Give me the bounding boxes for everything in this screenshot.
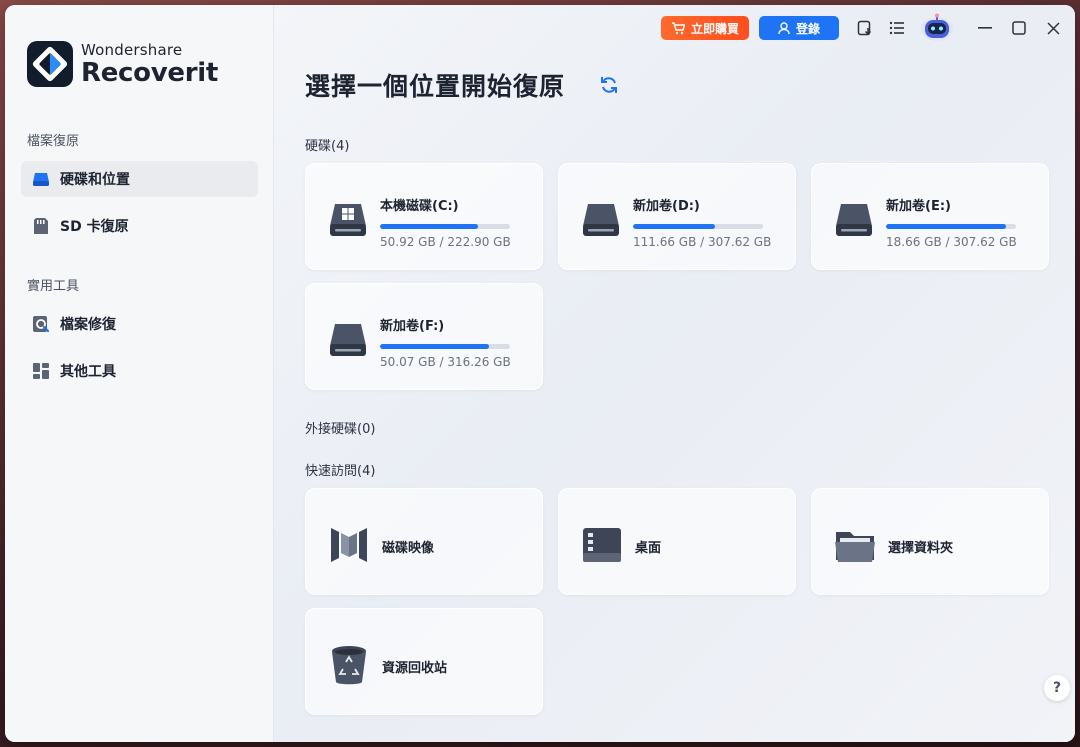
login-label: 登錄 (795, 21, 820, 36)
quick-access-label: 選擇資料夾 (888, 541, 954, 556)
hard-drive-icon (32, 170, 50, 188)
section-label-utilities: 實用工具 (27, 279, 80, 294)
download-update-icon[interactable] (851, 14, 879, 42)
drive-size: 50.07 GB / 316.26 GB (380, 355, 511, 369)
help-button[interactable]: ? (1044, 675, 1070, 701)
maximize-icon[interactable] (1005, 14, 1033, 42)
drive-usage-bar (633, 224, 763, 229)
desktop-icon (581, 524, 623, 566)
sidebar-item-file-repair[interactable]: 檔案修復 (21, 306, 258, 342)
windows-drive-icon (329, 202, 367, 238)
app-logo: Wondershare Recoverit (27, 41, 218, 87)
close-icon[interactable] (1039, 14, 1067, 42)
drive-usage-bar (886, 224, 1016, 229)
brand-name: Wondershare (81, 40, 183, 59)
minimize-icon[interactable] (971, 14, 999, 42)
drive-name: 新加卷(F:) (380, 319, 445, 334)
drive-size: 18.66 GB / 307.62 GB (886, 235, 1017, 249)
recoverit-logo-icon (27, 41, 73, 87)
main-content: 立即購買 登錄 選擇一個位置開始復原 硬碟(4) 本機磁碟(C:) 50.92 … (274, 5, 1075, 742)
page-title: 選擇一個位置開始復原 (305, 72, 566, 101)
drive-icon (582, 202, 620, 238)
drive-card-d[interactable]: 新加卷(D:) 111.66 GB / 307.62 GB (558, 163, 796, 270)
sidebar: Wondershare Recoverit 檔案復原 硬碟和位置 SD 卡復原 … (5, 5, 274, 742)
quick-access-label: 磁碟映像 (382, 541, 435, 556)
sidebar-item-label: 其他工具 (60, 364, 116, 380)
tools-grid-icon (32, 362, 50, 380)
drive-card-c[interactable]: 本機磁碟(C:) 50.92 GB / 222.90 GB (305, 163, 543, 270)
drive-icon (835, 202, 873, 238)
title-bar-controls: 立即購買 登錄 (660, 11, 1075, 45)
quick-access-label: 資源回收站 (382, 661, 448, 676)
quick-access-label: 桌面 (635, 541, 662, 556)
file-repair-icon (32, 315, 50, 333)
sidebar-item-sd-card-recovery[interactable]: SD 卡復原 (21, 208, 258, 244)
group-label-external-drives: 外接硬碟(0) (305, 422, 376, 437)
sidebar-item-other-tools[interactable]: 其他工具 (21, 353, 258, 389)
product-name: Recoverit (81, 57, 218, 88)
drive-icon (329, 322, 367, 358)
quick-access-recycle-bin[interactable]: 資源回收站 (305, 608, 543, 715)
buy-now-button[interactable]: 立即購買 (660, 16, 749, 40)
quick-access-desktop[interactable]: 桌面 (558, 488, 796, 595)
buy-now-label: 立即購買 (690, 21, 739, 36)
section-label-file-recovery: 檔案復原 (27, 134, 80, 149)
app-window: Wondershare Recoverit 檔案復原 硬碟和位置 SD 卡復原 … (5, 5, 1075, 742)
refresh-icon[interactable] (599, 75, 619, 95)
group-label-hard-drives: 硬碟(4) (305, 139, 350, 154)
sd-card-icon (32, 217, 50, 235)
drive-name: 本機磁碟(C:) (380, 199, 459, 214)
robot-assistant-icon[interactable] (915, 13, 959, 42)
drive-usage-bar (380, 224, 510, 229)
drive-usage-bar (380, 344, 510, 349)
folder-icon (834, 524, 876, 566)
login-button[interactable]: 登錄 (759, 16, 839, 40)
cart-icon (671, 21, 685, 34)
disk-image-icon (328, 524, 370, 566)
drive-size: 50.92 GB / 222.90 GB (380, 235, 511, 249)
quick-access-disk-image[interactable]: 磁碟映像 (305, 488, 543, 595)
sidebar-item-label: SD 卡復原 (60, 219, 129, 235)
drive-card-f[interactable]: 新加卷(F:) 50.07 GB / 316.26 GB (305, 283, 543, 390)
group-label-quick-access: 快速訪問(4) (305, 464, 376, 479)
sidebar-item-label: 硬碟和位置 (60, 172, 130, 188)
user-icon (778, 21, 790, 34)
sidebar-item-label: 檔案修復 (60, 317, 116, 333)
recycle-bin-icon (328, 644, 370, 686)
drive-name: 新加卷(E:) (886, 199, 951, 214)
drive-card-e[interactable]: 新加卷(E:) 18.66 GB / 307.62 GB (811, 163, 1049, 270)
sidebar-item-drives-and-locations[interactable]: 硬碟和位置 (21, 161, 258, 197)
menu-list-icon[interactable] (883, 14, 911, 42)
drive-size: 111.66 GB / 307.62 GB (633, 235, 772, 249)
quick-access-select-folder[interactable]: 選擇資料夾 (811, 488, 1049, 595)
drive-name: 新加卷(D:) (633, 199, 700, 214)
